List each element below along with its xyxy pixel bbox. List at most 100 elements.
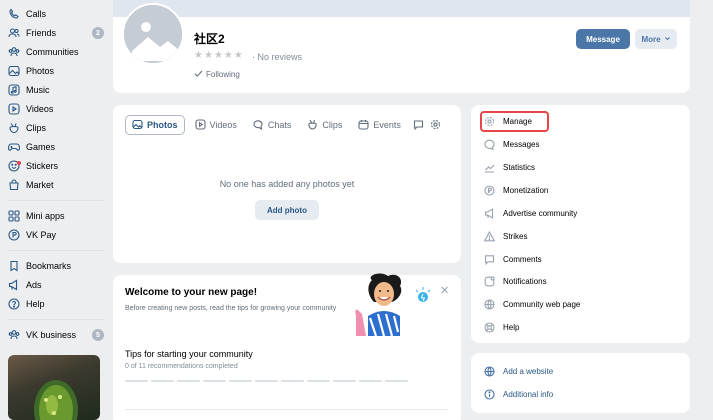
community-name: 社区2 <box>194 32 225 46</box>
progress-segment <box>229 380 252 382</box>
globe-icon <box>484 365 495 377</box>
tab-photos[interactable]: Photos <box>125 115 185 135</box>
gamepad-icon <box>8 141 20 153</box>
globe-icon <box>484 298 495 310</box>
apps-icon <box>8 210 20 222</box>
sidebar-divider <box>8 319 104 320</box>
menu-item-messages[interactable]: Messages <box>484 136 539 152</box>
reviews-text: · No reviews <box>252 52 303 62</box>
promo-image[interactable] <box>8 355 100 420</box>
video-icon <box>194 118 206 132</box>
additional-info-link[interactable]: Additional info <box>484 386 553 402</box>
sidebar-item-market[interactable]: Market <box>8 177 104 193</box>
checkmark-icon <box>194 69 203 80</box>
photo-icon <box>8 65 20 77</box>
music-icon <box>8 84 20 96</box>
menu-item-community-web-page[interactable]: Community web page <box>484 296 580 312</box>
menu-item-help[interactable]: Help <box>484 319 519 335</box>
help-icon <box>8 298 20 310</box>
sidebar-item-friends[interactable]: Friends 2 <box>8 25 104 41</box>
comment-icon <box>413 119 424 132</box>
bookmark-icon <box>8 260 20 272</box>
info-icon <box>484 388 495 400</box>
chart-icon <box>484 162 495 173</box>
following-status[interactable]: Following <box>194 69 240 80</box>
video-icon <box>8 103 20 115</box>
vk-business-count-badge: 5 <box>92 329 104 341</box>
sidebar-item-help[interactable]: Help <box>8 296 104 312</box>
star-icon: ★ <box>233 50 243 61</box>
message-icon <box>484 139 495 150</box>
sidebar-item-calls[interactable]: Calls <box>8 6 104 22</box>
tab-chats[interactable]: Chats <box>247 115 298 135</box>
menu-item-advertise-community[interactable]: Advertise community <box>484 205 577 221</box>
star-icon: ★ <box>194 50 203 61</box>
friends-count-badge: 2 <box>92 27 104 39</box>
clips-icon <box>307 119 318 132</box>
tab-settings[interactable] <box>428 115 443 135</box>
megaphone-icon <box>484 207 495 219</box>
star-icon: ★ <box>203 50 213 61</box>
welcome-illustration <box>350 272 435 337</box>
sidebar-item-communities[interactable]: Communities <box>8 44 104 60</box>
sidebar-item-ads[interactable]: Ads <box>8 277 104 293</box>
sidebar-item-bookmarks[interactable]: Bookmarks <box>8 258 104 274</box>
tab-clips[interactable]: Clips <box>301 115 348 135</box>
coin-icon <box>484 184 495 196</box>
pay-icon <box>8 229 20 241</box>
welcome-description: Before creating new posts, read the tips… <box>125 305 337 312</box>
left-sidebar: Calls Friends 2 Communities Photos Music… <box>0 0 106 420</box>
add-website-link[interactable]: Add a website <box>484 363 553 379</box>
tab-videos[interactable]: Videos <box>189 115 243 135</box>
calendar-icon <box>358 119 369 132</box>
more-button[interactable]: More <box>635 29 677 49</box>
menu-item-monetization[interactable]: Monetization <box>484 182 548 198</box>
star-icon: ★ <box>223 50 233 61</box>
info-links-card <box>471 353 690 413</box>
media-tabs: Photos Videos Chats Clips Events <box>125 115 447 135</box>
photo-icon <box>132 119 143 132</box>
sidebar-item-games[interactable]: Games <box>8 139 104 155</box>
progress-segment <box>255 380 278 382</box>
progress-segment <box>359 380 382 382</box>
menu-item-comments[interactable]: Comments <box>484 251 542 267</box>
message-button[interactable]: Message <box>576 29 630 49</box>
progress-segment <box>203 380 226 382</box>
add-photo-button[interactable]: Add photo <box>255 200 319 220</box>
progress-segment <box>281 380 304 382</box>
rating-stars: ★ ★ ★ ★ ★ <box>194 51 243 61</box>
welcome-title: Welcome to your new page! <box>125 287 258 298</box>
progress-segment <box>333 380 356 382</box>
friends-icon <box>8 27 20 39</box>
progress-segment <box>177 380 200 382</box>
sidebar-item-mini-apps[interactable]: Mini apps <box>8 208 104 224</box>
tab-events[interactable]: Events <box>352 115 407 135</box>
sidebar-item-music[interactable]: Music <box>8 82 104 98</box>
menu-item-notifications[interactable]: Notifications <box>484 273 547 289</box>
sidebar-item-clips[interactable]: Clips <box>8 120 104 136</box>
notification-icon <box>484 275 495 287</box>
menu-item-statistics[interactable]: Statistics <box>484 159 535 175</box>
menu-item-strikes[interactable]: Strikes <box>484 228 527 244</box>
progress-segment <box>385 380 408 382</box>
notification-dot <box>17 161 21 165</box>
sidebar-item-videos[interactable]: Videos <box>8 101 104 117</box>
welcome-divider <box>125 409 448 410</box>
tab-more-content[interactable] <box>411 115 426 135</box>
menu-item-manage[interactable]: Manage <box>484 113 532 129</box>
sidebar-item-photos[interactable]: Photos <box>8 63 104 79</box>
close-icon[interactable]: ✕ <box>440 284 449 297</box>
phone-icon <box>8 8 20 20</box>
sidebar-item-vk-pay[interactable]: VK Pay <box>8 227 104 243</box>
cover-band <box>113 0 690 17</box>
progress-segment <box>151 380 174 382</box>
gear-icon <box>430 119 441 132</box>
comment-icon <box>484 254 495 265</box>
empty-photos-text: No one has added any photos yet <box>219 179 355 189</box>
sidebar-divider <box>8 250 104 251</box>
sidebar-item-vk-business[interactable]: VK business 5 <box>8 327 104 343</box>
sidebar-divider <box>8 200 104 201</box>
community-avatar[interactable] <box>122 3 184 65</box>
progress-segment <box>307 380 330 382</box>
sidebar-item-stickers[interactable]: Stickers <box>8 158 104 174</box>
